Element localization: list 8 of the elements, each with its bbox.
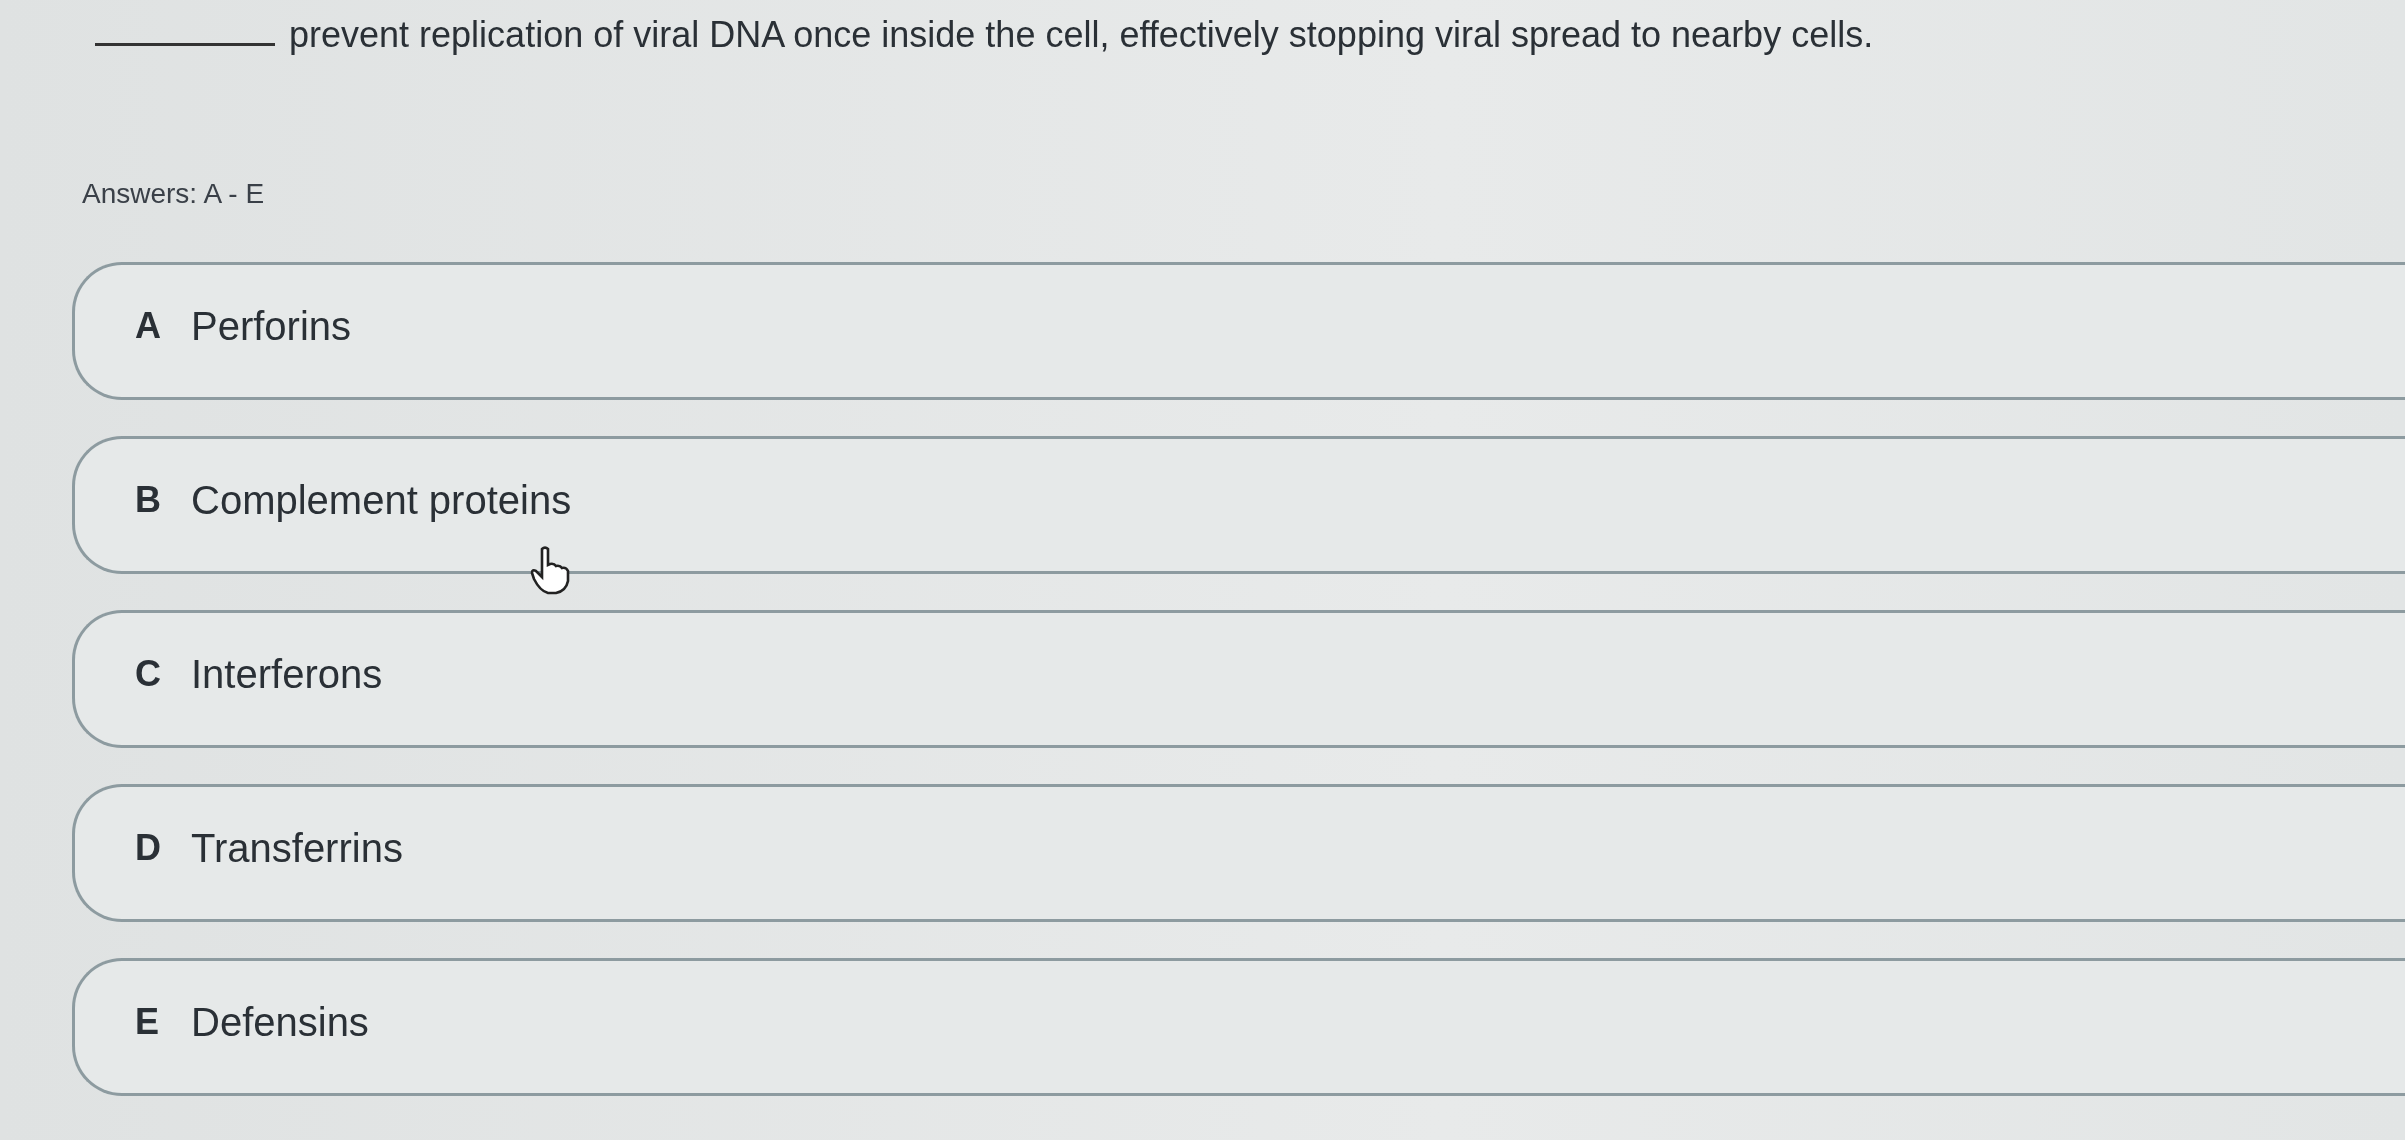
answer-option[interactable]: C Interferons [72, 610, 2405, 748]
answer-option[interactable]: D Transferrins [72, 784, 2405, 922]
answer-option[interactable]: A Perforins [72, 262, 2405, 400]
answer-option[interactable]: E Defensins [72, 958, 2405, 1096]
answer-option[interactable]: B Complement proteins [72, 436, 2405, 574]
question-text: prevent replication of viral DNA once inside the cell, effectively stopping viral spread to nearby cells. [289, 14, 1874, 56]
hand-cursor-icon [528, 545, 572, 595]
answers-label: Answers: A - E [81, 177, 266, 210]
